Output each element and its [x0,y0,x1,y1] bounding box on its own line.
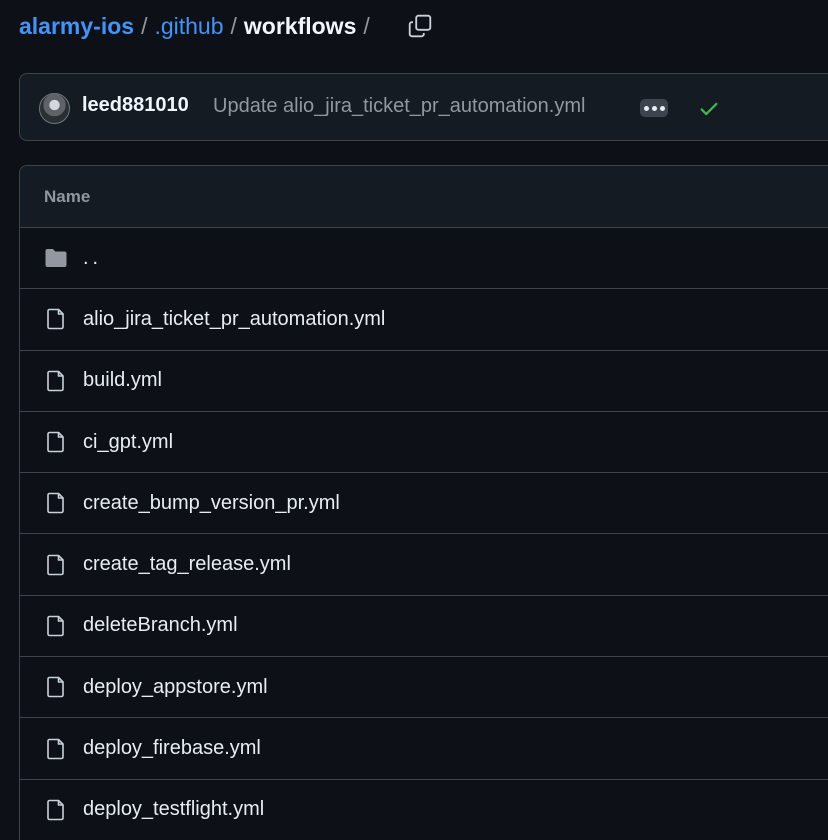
file-row[interactable]: deploy_testflight.yml [20,780,828,840]
file-row[interactable]: deploy_appstore.yml [20,657,828,719]
table-header: Name [20,166,828,228]
breadcrumb-separator: / [230,12,237,39]
file-icon [47,738,64,759]
file-icon [47,799,64,821]
check-icon[interactable] [698,98,720,120]
folder-icon [45,249,67,268]
breadcrumb-separator: / [363,12,370,39]
file-name-link[interactable]: build.yml [83,369,162,392]
file-icon [47,615,64,637]
ellipsis-icon [643,105,649,111]
ellipsis-icon [659,105,665,111]
file-name-link[interactable]: create_tag_release.yml [83,553,291,576]
parent-directory-label[interactable]: .. [83,247,102,270]
file-list: alio_jira_ticket_pr_automation.yml build.… [20,289,828,840]
breadcrumb-current: workflows [243,12,357,39]
file-table: Name .. alio_jira_ticket_pr_automation.y… [19,165,828,840]
breadcrumb-repo-link[interactable]: alarmy-ios [19,13,134,40]
column-header-name: Name [44,186,91,206]
file-row[interactable]: create_tag_release.yml [20,534,828,596]
file-icon [47,370,64,392]
breadcrumb-folder-link[interactable]: .github [154,13,223,40]
file-name-link[interactable]: create_bump_version_pr.yml [83,492,340,515]
breadcrumb-separator: / [141,12,148,39]
file-icon [47,309,64,330]
file-row[interactable]: deploy_firebase.yml [20,718,828,780]
file-name-link[interactable]: deploy_testflight.yml [83,798,264,821]
file-icon [47,431,64,453]
page: alarmy-ios / .github / workflows / leed8… [0,0,828,840]
file-row[interactable]: ci_gpt.yml [20,412,828,474]
file-name-link[interactable]: ci_gpt.yml [83,431,173,454]
file-icon [47,554,64,575]
file-icon [47,676,64,698]
commit-message-link[interactable]: Update alio_jira_ticket_pr_automation.ym… [213,95,585,118]
expand-commit-button[interactable] [640,99,668,117]
commit-author-link[interactable]: leed881010 [82,94,189,117]
breadcrumb: alarmy-ios / .github / workflows / [19,8,377,44]
file-name-link[interactable]: deploy_firebase.yml [83,737,261,760]
copy-icon [408,14,432,38]
file-row[interactable]: create_bump_version_pr.yml [20,473,828,535]
file-name-link[interactable]: alio_jira_ticket_pr_automation.yml [83,308,385,331]
file-row[interactable]: alio_jira_ticket_pr_automation.yml [20,289,828,351]
file-row[interactable]: build.yml [20,351,828,412]
latest-commit-box: leed881010 Update alio_jira_ticket_pr_au… [19,73,828,141]
avatar[interactable] [39,93,70,124]
file-row[interactable]: deleteBranch.yml [20,596,828,658]
file-name-link[interactable]: deleteBranch.yml [83,614,238,637]
ellipsis-icon [651,105,657,111]
file-icon [47,493,64,514]
file-name-link[interactable]: deploy_appstore.yml [83,676,268,699]
copy-path-button[interactable] [403,8,437,44]
parent-directory-row[interactable]: .. [20,228,828,290]
